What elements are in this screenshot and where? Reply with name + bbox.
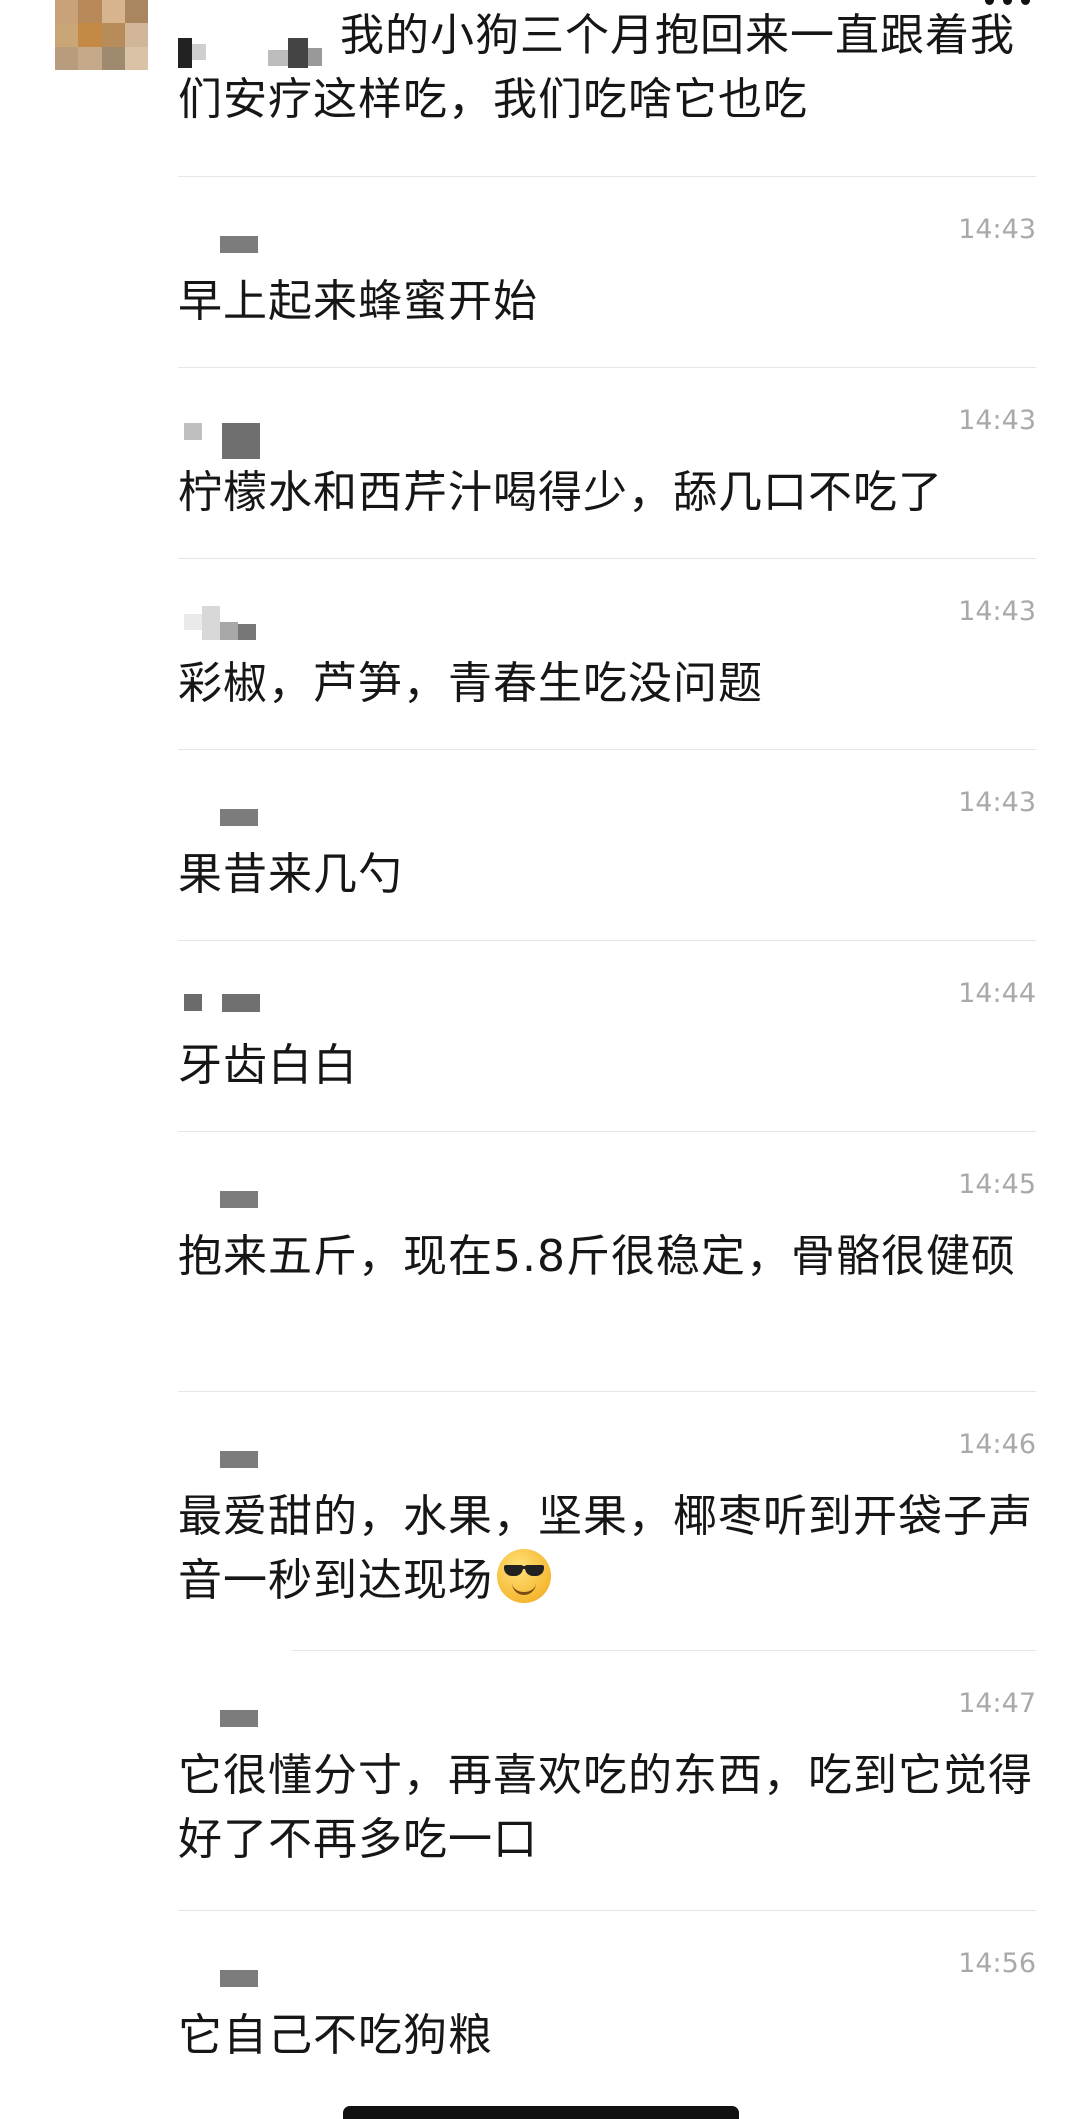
- separator: [178, 367, 1036, 368]
- message-item: 14:46 最爱甜的，水果，坚果，椰枣听到开袋子声音一秒到达现场: [178, 1405, 1040, 1645]
- separator: [292, 1650, 1036, 1651]
- message-text: 柠檬水和西芹汁喝得少，舔几口不吃了: [178, 467, 943, 518]
- message-item: 14:47 它很懂分寸，再喜欢吃的东西，吃到它觉得好了不再多吃一口: [178, 1664, 1040, 1904]
- message-text: 牙齿白白: [178, 1040, 358, 1091]
- message-time: 14:43: [958, 214, 1036, 245]
- message-time: 14:56: [958, 1948, 1036, 1979]
- message-time: 14:46: [958, 1429, 1036, 1460]
- message-text: 抱来五斤，现在5.8斤很稳定，骨骼很健硕: [178, 1231, 1016, 1282]
- message-time: 14:43: [958, 787, 1036, 818]
- sunglasses-emoji-icon: [497, 1549, 551, 1603]
- sender-name-mosaic: [178, 1451, 258, 1468]
- avatar[interactable]: [55, 0, 148, 70]
- message-time: 14:43: [958, 596, 1036, 627]
- message-time: 14:44: [958, 978, 1036, 1009]
- message-text: 它很懂分寸，再喜欢吃的东西，吃到它觉得好了不再多吃一口: [178, 1750, 1033, 1865]
- message-time: 14:47: [958, 1688, 1036, 1719]
- message-time: 14:43: [958, 405, 1036, 436]
- message-item: 14:45 抱来五斤，现在5.8斤很稳定，骨骼很健硕: [178, 1145, 1040, 1385]
- separator: [178, 1131, 1036, 1132]
- message-text: 果昔来几勺: [178, 849, 403, 900]
- message-text: 它自己不吃狗粮: [178, 2010, 493, 2061]
- separator: [178, 1391, 1036, 1392]
- separator: [178, 1910, 1036, 1911]
- home-indicator[interactable]: [343, 2106, 739, 2119]
- message-item: 14:43 早上起来蜂蜜开始: [178, 190, 1040, 360]
- message-text-content: 最爱甜的，水果，坚果，椰枣听到开袋子声音一秒到达现场: [178, 1491, 1033, 1606]
- sender-name-mosaic: [178, 236, 258, 253]
- message-item: 14:43 彩椒，芦笋，青春生吃没问题: [178, 572, 1040, 742]
- separator: [178, 558, 1036, 559]
- separator: [178, 749, 1036, 750]
- message-text: 彩椒，芦笋，青春生吃没问题: [178, 658, 763, 709]
- message-item: 14:56 它自己不吃狗粮: [178, 1924, 1040, 2104]
- sender-name-mosaic: [178, 994, 260, 1012]
- separator: [178, 940, 1036, 941]
- message-text: 早上起来蜂蜜开始: [178, 276, 538, 327]
- separator: [178, 176, 1036, 177]
- message-item: 14:43 果昔来几勺: [178, 763, 1040, 933]
- sender-name-mosaic: [178, 1710, 258, 1727]
- message-item: 我的小狗三个月抱回来一直跟着我们安疗这样吃，我们吃啥它也吃: [178, 0, 1040, 160]
- sender-name-mosaic: [178, 606, 256, 640]
- message-time: 14:45: [958, 1169, 1036, 1200]
- sender-name-mosaic: [178, 1970, 258, 1987]
- message-item: 14:43 柠檬水和西芹汁喝得少，舔几口不吃了: [178, 381, 1040, 551]
- sender-name-mosaic: [178, 423, 260, 459]
- sender-name-mosaic: [178, 809, 258, 826]
- sender-name-mosaic: [178, 1191, 258, 1208]
- message-text: 最爱甜的，水果，坚果，椰枣听到开袋子声音一秒到达现场: [178, 1485, 1040, 1613]
- message-text: 我的小狗三个月抱回来一直跟着我们安疗这样吃，我们吃啥它也吃: [178, 10, 1015, 125]
- message-item: 14:44 牙齿白白: [178, 954, 1040, 1124]
